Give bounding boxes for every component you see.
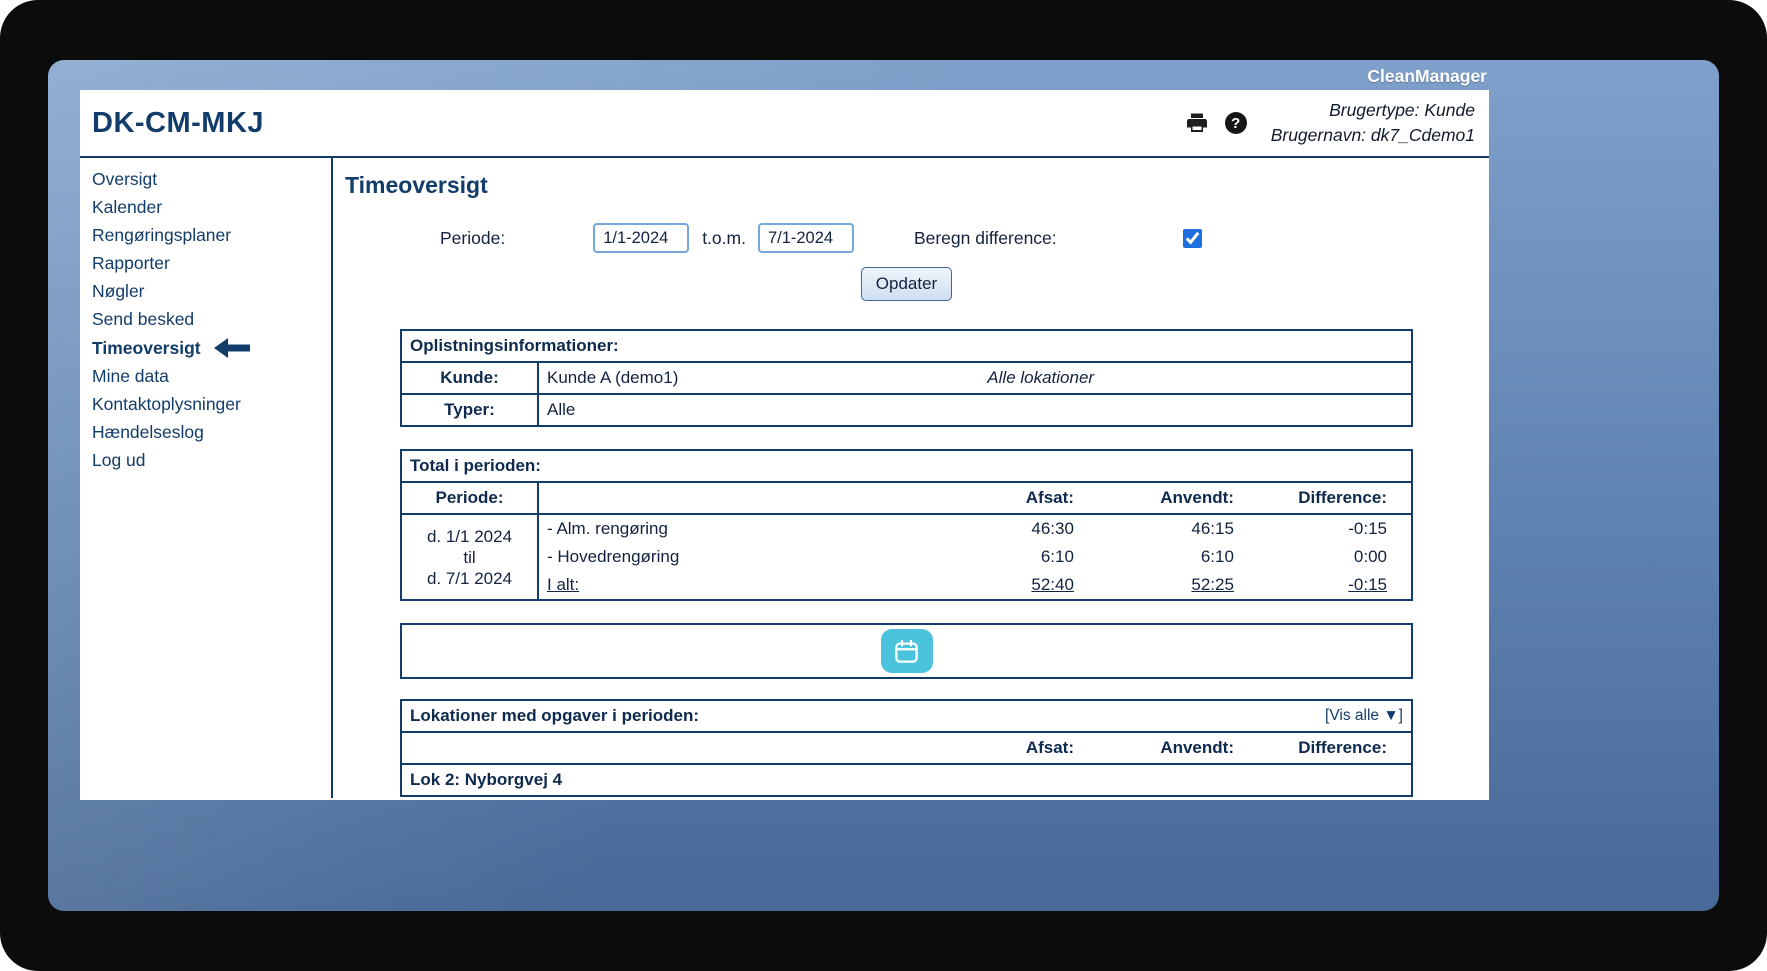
info-table: Oplistningsinformationer: Kunde: Kunde A… bbox=[400, 329, 1413, 427]
page-title: DK-CM-MKJ bbox=[92, 107, 1185, 140]
sidebar-item-timeoversigt[interactable]: Timeoversigt bbox=[80, 334, 331, 363]
sidebar-item-nogler[interactable]: Nøgler bbox=[80, 278, 331, 306]
sidebar-item-mine-data[interactable]: Mine data bbox=[80, 363, 331, 391]
panel-body: Oversigt Kalender Rengøringsplaner Rappo… bbox=[80, 158, 1489, 798]
calendar-icon bbox=[893, 638, 920, 665]
main-content: Timeoversigt Periode: t.o.m. Beregn diff… bbox=[333, 158, 1489, 798]
ialt-label-link[interactable]: I alt: bbox=[538, 571, 937, 600]
ialt-difference-link[interactable]: -0:15 bbox=[1242, 571, 1412, 600]
sidebar-item-kalender[interactable]: Kalender bbox=[80, 194, 331, 222]
afsat-value: 6:10 bbox=[937, 543, 1082, 571]
typer-label: Typer: bbox=[401, 394, 538, 426]
locations-table-title: Lokationer med opgaver i perioden: bbox=[410, 706, 1325, 726]
sidebar-item-haendelseslog[interactable]: Hændelseslog bbox=[80, 419, 331, 447]
user-info: Brugertype: Kunde Brugernavn: dk7_Cdemo1 bbox=[1271, 98, 1475, 148]
period-line-3: d. 7/1 2024 bbox=[410, 568, 529, 589]
header-icons: ? bbox=[1185, 111, 1247, 135]
period-line-2: til bbox=[410, 547, 529, 568]
total-table: Total i perioden: Periode: Afsat: Anvend… bbox=[400, 449, 1413, 601]
vis-alle-dropdown[interactable]: [Vis alle ▼] bbox=[1325, 707, 1403, 725]
browser-window: CleanManager DK-CM-MKJ ? Brugertype: K bbox=[48, 60, 1719, 911]
device-frame: CleanManager DK-CM-MKJ ? Brugertype: K bbox=[0, 0, 1767, 971]
sidebar-item-rengoringsplaner[interactable]: Rengøringsplaner bbox=[80, 222, 331, 250]
task-type-name: - Hovedrengøring bbox=[538, 543, 937, 571]
ialt-afsat-link[interactable]: 52:40 bbox=[937, 571, 1082, 600]
afsat-value: 46:30 bbox=[937, 514, 1082, 543]
brand-label: CleanManager bbox=[1367, 66, 1487, 87]
kunde-label: Kunde: bbox=[401, 362, 538, 394]
difference-value: -0:15 bbox=[1242, 514, 1412, 543]
user-type: Brugertype: Kunde bbox=[1271, 98, 1475, 123]
anvendt-value: 46:15 bbox=[1082, 514, 1242, 543]
calendar-box bbox=[400, 623, 1413, 679]
tom-label: t.o.m. bbox=[702, 228, 746, 249]
sidebar-item-log-ud[interactable]: Log ud bbox=[80, 447, 331, 475]
content-title: Timeoversigt bbox=[345, 172, 1489, 199]
period-line-1: d. 1/1 2024 bbox=[410, 526, 529, 547]
period-range: d. 1/1 2024 til d. 7/1 2024 bbox=[401, 514, 538, 600]
location-row[interactable]: Lok 2: Nyborgvej 4 bbox=[401, 764, 1412, 796]
difference-value: 0:00 bbox=[1242, 543, 1412, 571]
sidebar-item-rapporter[interactable]: Rapporter bbox=[80, 250, 331, 278]
sidebar-item-oversigt[interactable]: Oversigt bbox=[80, 166, 331, 194]
period-from-input[interactable] bbox=[593, 223, 689, 253]
sidebar-item-kontaktoplysninger[interactable]: Kontaktoplysninger bbox=[80, 391, 331, 419]
col-afsat: Afsat: bbox=[937, 482, 1082, 514]
task-type-name: - Alm. rengøring bbox=[538, 514, 937, 543]
periode-label: Periode: bbox=[440, 228, 505, 249]
loc-col-anvendt: Anvendt: bbox=[1082, 732, 1242, 764]
period-to-input[interactable] bbox=[758, 223, 854, 253]
panel-header: DK-CM-MKJ ? Brugertype: Kunde Brugernavn… bbox=[80, 90, 1489, 158]
help-icon[interactable]: ? bbox=[1225, 112, 1247, 134]
total-table-title: Total i perioden: bbox=[401, 450, 1412, 482]
opdater-button[interactable]: Opdater bbox=[861, 267, 952, 301]
locations-table: Lokationer med opgaver i perioden: [Vis … bbox=[400, 699, 1413, 797]
user-name: Brugernavn: dk7_Cdemo1 bbox=[1271, 123, 1475, 148]
loc-col-afsat: Afsat: bbox=[937, 732, 1082, 764]
col-difference: Difference: bbox=[1242, 482, 1412, 514]
col-periode: Periode: bbox=[401, 482, 538, 514]
anvendt-value: 6:10 bbox=[1082, 543, 1242, 571]
calendar-button[interactable] bbox=[881, 629, 933, 673]
sidebar-item-send-besked[interactable]: Send besked bbox=[80, 306, 331, 334]
col-anvendt: Anvendt: bbox=[1082, 482, 1242, 514]
active-item-arrow-icon bbox=[213, 337, 251, 359]
info-table-title: Oplistningsinformationer: bbox=[401, 330, 1412, 362]
sidebar-item-label: Timeoversigt bbox=[92, 338, 201, 359]
typer-value: Alle bbox=[538, 394, 1412, 426]
kunde-value: Kunde A (demo1) bbox=[547, 368, 678, 388]
difference-label: Beregn difference: bbox=[914, 228, 1057, 249]
period-controls: Periode: t.o.m. Beregn difference: bbox=[440, 223, 1489, 253]
sidebar: Oversigt Kalender Rengøringsplaner Rappo… bbox=[80, 158, 333, 798]
printer-icon[interactable] bbox=[1185, 111, 1209, 135]
ialt-anvendt-link[interactable]: 52:25 bbox=[1082, 571, 1242, 600]
update-button-row: Opdater bbox=[400, 267, 1413, 301]
difference-checkbox[interactable] bbox=[1183, 229, 1202, 248]
app-panel: DK-CM-MKJ ? Brugertype: Kunde Brugernavn… bbox=[80, 90, 1489, 800]
loc-col-difference: Difference: bbox=[1242, 732, 1412, 764]
lokationer-value: Alle lokationer bbox=[678, 368, 1403, 388]
